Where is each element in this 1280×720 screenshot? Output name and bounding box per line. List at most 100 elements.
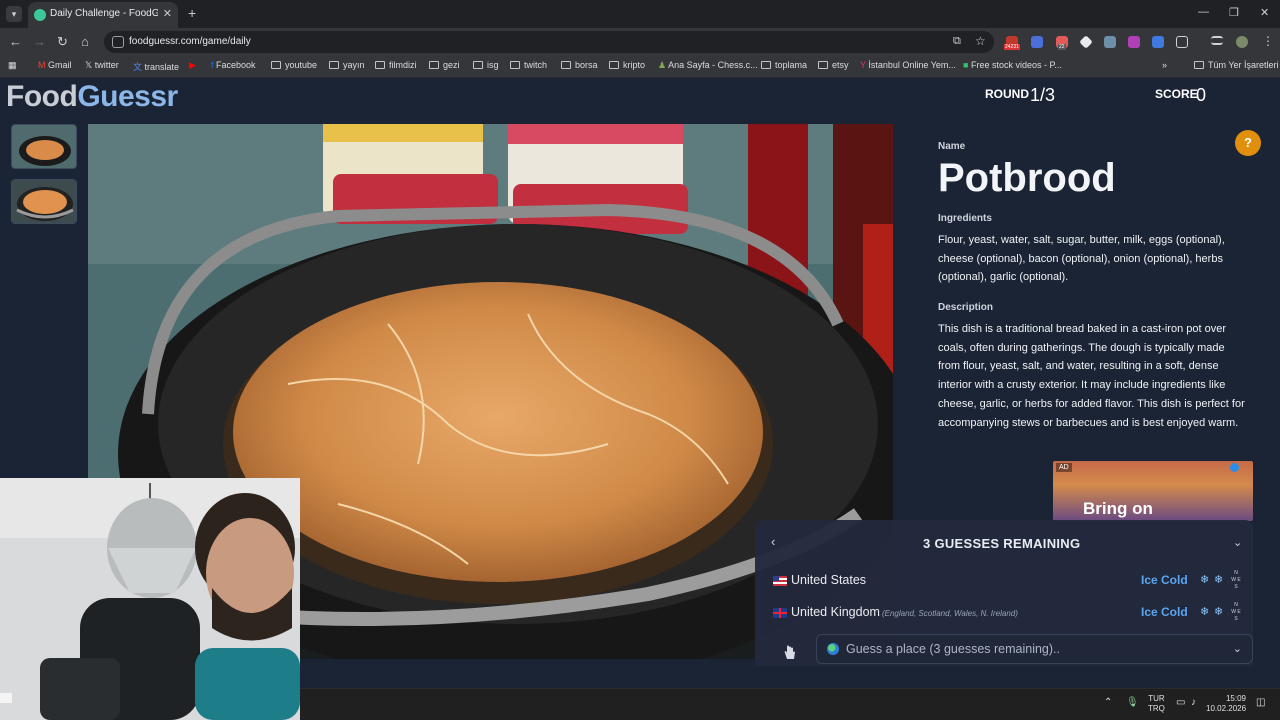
- guesses-remaining-title: 3 GUESSES REMAINING: [923, 536, 1081, 551]
- back-arrow-icon[interactable]: ←: [9, 34, 22, 49]
- bookmarks-overflow-button[interactable]: »: [1162, 60, 1167, 70]
- site-info-icon[interactable]: [112, 36, 124, 48]
- bookmark-folder-isg[interactable]: isg: [473, 60, 499, 70]
- ad-info-icon[interactable]: [1230, 463, 1239, 472]
- ad-headline: Bring on: [1083, 499, 1153, 518]
- photo-thumbnail-1[interactable]: [11, 124, 77, 169]
- new-tab-button[interactable]: +: [188, 5, 196, 21]
- folder-icon: [1194, 61, 1204, 69]
- tab-close-icon[interactable]: ✕: [163, 7, 172, 20]
- extension-icon-2[interactable]: [1031, 36, 1043, 48]
- extension-badge-1: 24231: [1004, 44, 1020, 50]
- bookmark-twitter[interactable]: 𝕏 twitter: [85, 60, 119, 71]
- bookmark-folder-filmdizi[interactable]: filmdizi: [375, 60, 417, 70]
- advertisement-banner[interactable]: AD Bring on: [1053, 461, 1253, 521]
- bookmark-gmail[interactable]: M Gmail: [38, 60, 72, 70]
- windows-taskbar: ⌃ 🎙 TUR TRQ ▭ ♪ 15:09 10.02.2026 ◫: [300, 688, 1280, 720]
- folder-icon: [329, 61, 339, 69]
- folder-icon: [429, 61, 439, 69]
- snowflake-icon: ❄: [1200, 606, 1210, 618]
- bookmark-facebook[interactable]: f Facebook: [211, 60, 256, 70]
- profile-avatar-icon[interactable]: [1236, 36, 1248, 48]
- chevron-down-icon[interactable]: ⌄: [1233, 536, 1242, 549]
- guess-place-input[interactable]: Guess a place (3 guesses remaining).. ⌄: [816, 634, 1253, 664]
- address-bar[interactable]: foodguessr.com/game/daily ⧉ ☆: [104, 31, 994, 53]
- name-label: Name: [938, 141, 966, 152]
- guess-row: United Kingdom (England, Scotland, Wales,…: [773, 602, 1243, 626]
- reload-icon[interactable]: ↻: [57, 34, 68, 50]
- bookmark-free-stock-videos[interactable]: ■ Free stock videos - P...: [963, 60, 1062, 70]
- browser-menu-icon[interactable]: ⋮: [1262, 34, 1274, 48]
- apps-grid-icon[interactable]: ▦: [8, 60, 17, 71]
- system-clock[interactable]: 15:09 10.02.2026: [1206, 694, 1246, 714]
- guess-input-placeholder: Guess a place (3 guesses remaining)..: [846, 642, 1060, 656]
- guess-row: United States Ice Cold ❄ ❄ NW ES: [773, 570, 1243, 594]
- bookmarks-bar: ▦ M Gmail 𝕏 twitter 文 translate ▶ f Face…: [0, 56, 1280, 78]
- score-value: 0: [1196, 85, 1207, 105]
- bookmark-folder-borsa[interactable]: borsa: [561, 60, 598, 70]
- bookmark-folder-twitch[interactable]: twitch: [510, 60, 547, 70]
- folder-icon: [561, 61, 571, 69]
- round-value: 1/3: [1030, 85, 1056, 105]
- network-icon[interactable]: ▭: [1176, 697, 1185, 708]
- bookmark-folder-yayin[interactable]: yayın: [329, 60, 365, 70]
- compass-direction-icon: NW ES: [1231, 602, 1241, 622]
- globe-icon: [827, 643, 839, 655]
- ad-tag: AD: [1056, 463, 1072, 472]
- guess-country: United States: [791, 573, 867, 587]
- install-app-icon[interactable]: ⧉: [953, 35, 961, 48]
- hand-pointer-icon[interactable]: [781, 644, 797, 660]
- folder-icon: [818, 61, 828, 69]
- folder-icon: [473, 61, 483, 69]
- home-icon[interactable]: ⌂: [81, 34, 89, 49]
- bookmark-translate[interactable]: 文 translate: [133, 60, 179, 73]
- guess-temperature: Ice Cold: [1141, 605, 1188, 619]
- restore-window-button[interactable]: ❐: [1229, 6, 1239, 19]
- description-label: Description: [938, 302, 994, 313]
- bookmark-folder-kripto[interactable]: kripto: [609, 60, 645, 70]
- folder-icon: [510, 61, 520, 69]
- extension-icon-4[interactable]: [1079, 35, 1093, 49]
- guess-country: United Kingdom (England, Scotland, Wales,…: [791, 605, 1018, 619]
- snowflake-icon: ❄: [1200, 574, 1210, 586]
- bookmark-star-icon[interactable]: ☆: [975, 34, 986, 48]
- all-bookmarks-folder[interactable]: Tüm Yer İşaretleri: [1194, 60, 1279, 70]
- volume-icon[interactable]: ♪: [1191, 697, 1196, 708]
- bookmark-folder-youtube[interactable]: youtube: [271, 60, 317, 70]
- url-text: foodguessr.com/game/daily: [129, 36, 251, 47]
- tab-search-button[interactable]: ▾: [6, 6, 22, 22]
- browser-tab-active[interactable]: Daily Challenge - FoodGuessr | ✕: [28, 2, 178, 28]
- dish-name: Potbrood: [938, 156, 1116, 200]
- chevron-down-icon[interactable]: ⌄: [1233, 642, 1242, 655]
- bookmark-istanbul-online[interactable]: Y İstanbul Online Yem...: [860, 60, 956, 70]
- extension-badge-2: 22: [1058, 44, 1066, 50]
- reading-list-icon[interactable]: [1211, 36, 1223, 45]
- notifications-icon[interactable]: ◫: [1256, 697, 1265, 708]
- keyboard-language-indicator[interactable]: TUR TRQ: [1148, 694, 1165, 714]
- microphone-icon[interactable]: 🎙: [1126, 697, 1139, 708]
- bookmark-folder-toplama[interactable]: toplama: [761, 60, 807, 70]
- chevron-left-icon[interactable]: ‹: [771, 534, 775, 549]
- extensions-puzzle-icon[interactable]: [1176, 36, 1188, 48]
- photo-thumbnail-2[interactable]: [11, 179, 77, 224]
- extension-icon-5[interactable]: [1104, 36, 1116, 48]
- extension-icon-6[interactable]: [1128, 36, 1140, 48]
- show-hidden-icons-chevron[interactable]: ⌃: [1104, 697, 1112, 708]
- browser-toolbar: ← → ↻ ⌂ foodguessr.com/game/daily ⧉ ☆ 24…: [0, 28, 1280, 56]
- bookmark-youtube-icon[interactable]: ▶: [189, 60, 196, 71]
- close-window-button[interactable]: ✕: [1260, 6, 1269, 19]
- compass-direction-icon: NW ES: [1231, 570, 1241, 590]
- webcam-overlay: [0, 478, 300, 720]
- ingredients-text: Flour, yeast, water, salt, sugar, butter…: [938, 234, 1225, 284]
- extension-icon-7[interactable]: [1152, 36, 1164, 48]
- uk-flag-icon: [773, 608, 787, 618]
- ingredients-label: Ingredients: [938, 213, 992, 224]
- forward-arrow-icon[interactable]: →: [33, 34, 46, 49]
- minimize-window-button[interactable]: —: [1198, 6, 1209, 18]
- foodguessr-logo[interactable]: FoodGuessr: [6, 80, 178, 114]
- folder-icon: [271, 61, 281, 69]
- bookmark-folder-gezi[interactable]: gezi: [429, 60, 460, 70]
- bookmark-chess[interactable]: ♟ Ana Sayfa - Chess.c...: [658, 60, 758, 71]
- bookmark-folder-etsy[interactable]: etsy: [818, 60, 849, 70]
- help-button[interactable]: ?: [1235, 130, 1261, 156]
